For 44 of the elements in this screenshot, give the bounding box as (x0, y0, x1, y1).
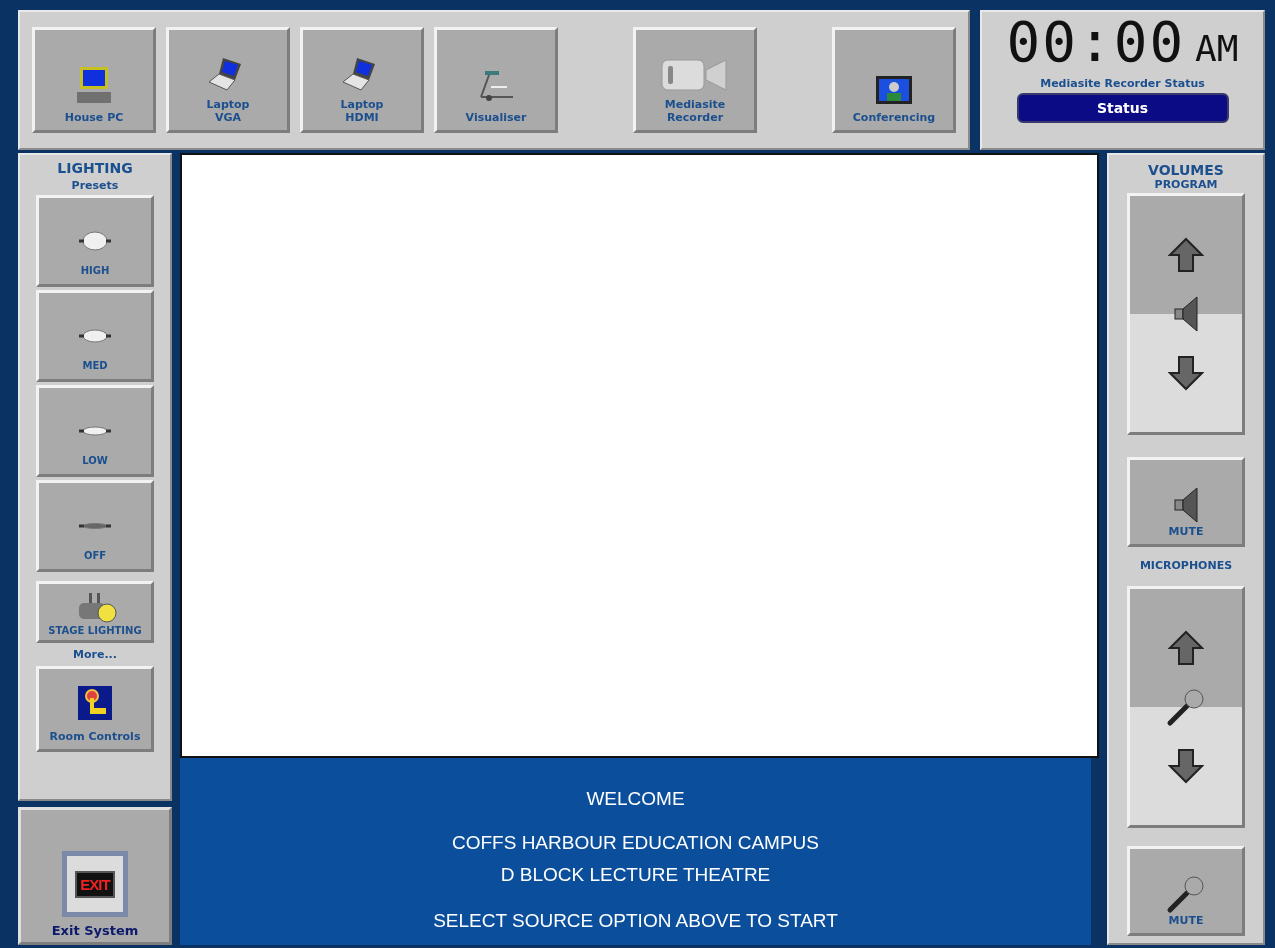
volumes-title: VOLUMES (1148, 163, 1224, 178)
down-arrow-icon (1168, 355, 1204, 391)
microphone-icon (1166, 874, 1206, 914)
up-arrow-icon (1168, 630, 1204, 666)
welcome-text: WELCOME (586, 788, 685, 810)
lamp-icon (77, 326, 113, 346)
room-controls-button[interactable]: Room Controls (36, 666, 154, 752)
exit-system-button[interactable]: EXIT Exit System (18, 807, 172, 945)
lamp-icon (77, 231, 113, 251)
lighting-preset-button[interactable]: MED (36, 290, 154, 382)
lighting-preset-button[interactable]: OFF (36, 480, 154, 572)
lighting-preset-button[interactable]: LOW (36, 385, 154, 477)
mute-button[interactable]: MUTE (1127, 457, 1245, 547)
stage-lighting-button[interactable]: STAGE LIGHTING (36, 581, 154, 643)
clock-meridiem: AM (1195, 27, 1239, 71)
exit-sign: EXIT (75, 870, 115, 898)
lighting-preset-button[interactable]: HIGH (36, 195, 154, 287)
source-button[interactable]: Conferencing (832, 27, 956, 133)
volume-group-label: PROGRAM (1154, 178, 1218, 191)
source-button[interactable]: Visualiser (434, 27, 558, 133)
source-button[interactable]: Laptop HDMI (300, 27, 424, 133)
down-arrow-icon (1168, 748, 1204, 784)
status-button[interactable]: Status (1016, 93, 1229, 123)
source-button[interactable]: House PC (32, 27, 156, 133)
welcome-text: COFFS HARBOUR EDUCATION CAMPUS (452, 832, 819, 854)
video-call-icon (875, 75, 913, 105)
speaker-icon (1171, 294, 1201, 334)
lighting-title: LIGHTING (57, 161, 133, 176)
mute-button[interactable]: MUTE (1127, 846, 1245, 936)
source-button[interactable]: Laptop VGA (166, 27, 290, 133)
up-arrow-icon (1168, 237, 1204, 273)
welcome-text: SELECT SOURCE OPTION ABOVE TO START (433, 910, 838, 932)
recorder-status-label: Mediasite Recorder Status (1040, 77, 1205, 90)
computer-icon (74, 65, 114, 105)
speaker-icon (1171, 485, 1201, 525)
source-button[interactable]: Mediasite Recorder (633, 27, 757, 133)
more-link[interactable]: More... (73, 648, 117, 661)
lighting-subtitle: Presets (71, 179, 119, 192)
clock-time: 00:00 (1006, 16, 1186, 68)
volume-group-label: MICROPHONES (1139, 559, 1233, 572)
video-camera-icon (660, 58, 730, 92)
microphone-icon (1166, 687, 1206, 727)
hand-pointer-icon (78, 686, 112, 720)
welcome-text: D BLOCK LECTURE THEATRE (500, 864, 771, 886)
